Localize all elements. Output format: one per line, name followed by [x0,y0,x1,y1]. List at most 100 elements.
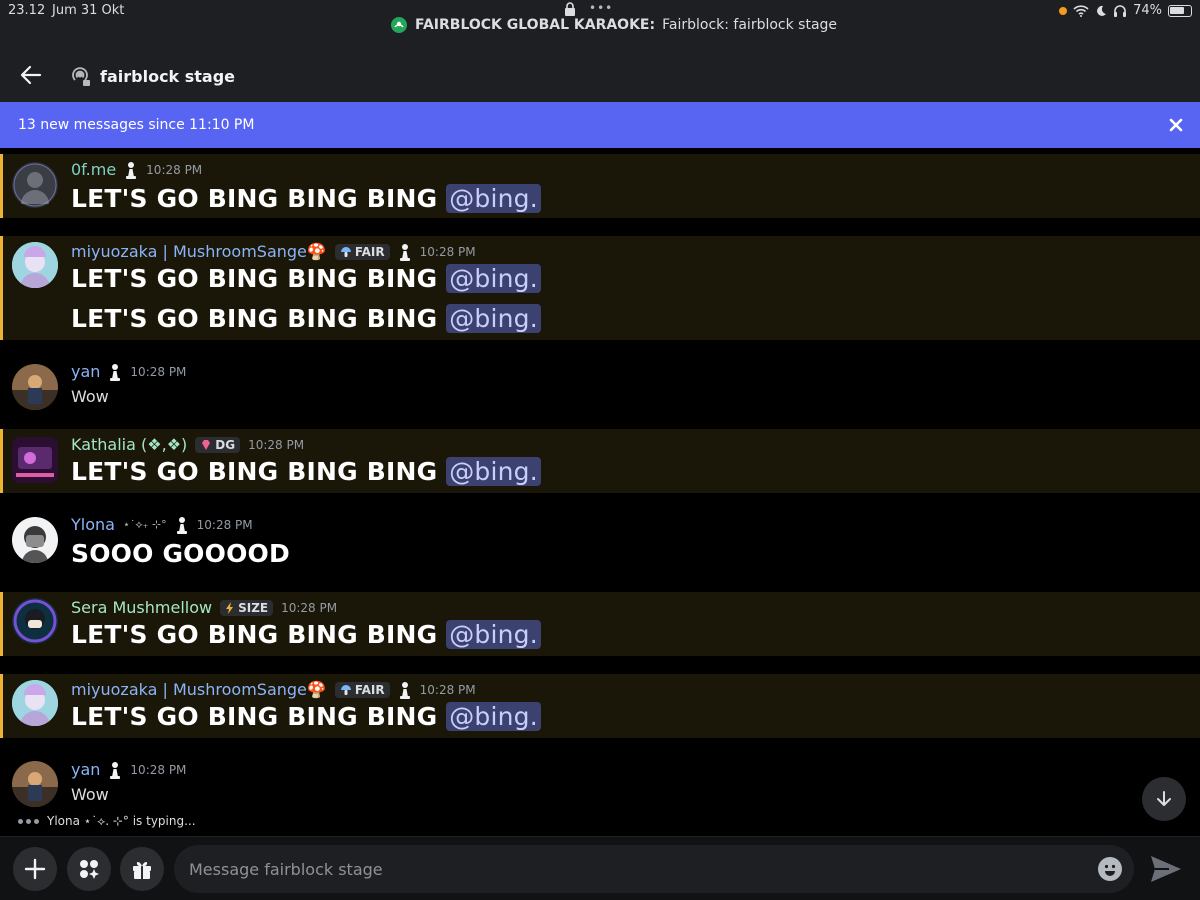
typing-indicator: Ylona ⋆˙⟡. ⊹° is typing... [18,814,196,829]
message-item[interactable]: Ylona ⋆˙⟡₊ ⊹° 10:28 PM SOOO GOOOOD [0,509,1200,579]
message-meta: 0f.me 10:28 PM [71,160,202,179]
chess-pawn-icon [126,161,137,179]
mention[interactable]: @bing. [446,184,541,213]
message-content: LET'S GO BING BING BING @bing. [71,264,541,293]
send-icon[interactable] [1145,852,1185,886]
plus-icon [24,858,46,880]
new-messages-text: 13 new messages since 11:10 PM [18,117,255,133]
stage-live-icon [391,17,407,33]
mention[interactable]: @bing. [446,457,541,486]
message-text: LET'S GO BING BING BING [71,304,438,333]
timestamp: 10:28 PM [248,437,305,452]
message-item[interactable]: Kathalia (❖,❖) DG 10:28 PM LET'S GO BING… [0,429,1200,493]
message-meta: Sera Mushmellow SIZE 10:28 PM [71,598,337,617]
avatar[interactable] [12,517,58,563]
message-content: LET'S GO BING BING BING @bing. [71,304,541,333]
message-meta: Ylona ⋆˙⟡₊ ⊹° 10:28 PM [71,515,253,534]
battery-icon [1168,4,1192,17]
message-text: Wow [71,387,109,406]
timestamp: 10:28 PM [196,517,253,532]
status-time: 23.12 [8,3,46,18]
mention[interactable]: @bing. [446,304,541,333]
emoji-button[interactable] [1098,857,1122,881]
message-text: LET'S GO BING BING BING [71,457,438,486]
username[interactable]: Kathalia (❖,❖) [71,435,187,454]
channel-header: fairblock stage [0,38,1200,102]
avatar[interactable] [12,680,58,726]
server-tag-label: FAIR [354,682,385,697]
apps-sparkle-icon [80,860,99,879]
message-content: LET'S GO BING BING BING @bing. [71,620,541,649]
message-item[interactable]: Sera Mushmellow SIZE 10:28 PM LET'S GO B… [0,592,1200,656]
back-arrow-icon[interactable] [18,62,44,88]
timestamp: 10:28 PM [130,364,187,379]
close-icon[interactable] [1166,115,1186,135]
message-input-container[interactable] [174,845,1134,893]
message-content: LET'S GO BING BING BING @bing. [71,184,541,213]
gift-icon [133,861,151,879]
message-text: Wow [71,785,109,804]
mention[interactable]: @bing. [446,620,541,649]
channel-title: fairblock stage [100,67,236,86]
username[interactable]: Sera Mushmellow [71,598,212,617]
message-meta: yan 10:28 PM [71,760,186,779]
username[interactable]: miyuozaka | MushroomSange🍄 [71,242,327,261]
gift-button[interactable] [120,847,164,891]
composer-bar [0,836,1200,900]
server-tag[interactable]: FAIR [334,681,390,698]
chess-pawn-icon [399,681,410,699]
jump-to-present-button[interactable] [1142,777,1186,821]
avatar[interactable] [12,364,58,410]
mic-indicator-icon [1059,6,1068,15]
message-text: LET'S GO BING BING BING [71,702,438,731]
apps-button[interactable] [67,847,111,891]
username[interactable]: 0f.me [71,160,116,179]
multitask-dots[interactable]: ••• [589,1,613,15]
username[interactable]: Ylona [71,515,115,534]
active-stage-indicator[interactable]: FAIRBLOCK GLOBAL KARAOKE: Fairblock: fai… [390,15,837,35]
stage-channel-icon [72,67,90,86]
avatar[interactable] [12,761,58,807]
headphones-icon [1114,4,1127,17]
timestamp: 10:28 PM [419,682,476,697]
avatar[interactable] [12,242,58,288]
mushroom-icon [340,246,351,257]
lightning-icon [226,601,234,614]
username[interactable]: miyuozaka | MushroomSange🍄 [71,680,327,699]
timestamp: 10:28 PM [419,244,476,259]
status-bar: 23.12 Jum 31 Okt ••• FAIRBLOCK GLOBAL KA… [0,0,1200,38]
message-item[interactable]: miyuozaka | MushroomSange🍄 FAIR 10:28 PM… [0,236,1200,340]
message-item[interactable]: 0f.me 10:28 PM LET'S GO BING BING BING @… [0,154,1200,218]
server-tag[interactable]: DG [195,436,241,453]
moon-icon [1097,5,1107,16]
server-tag[interactable]: FAIR [334,243,390,260]
message-input[interactable] [189,845,1069,893]
avatar[interactable] [12,598,58,644]
server-tag[interactable]: SIZE [220,599,274,616]
chess-pawn-icon [399,243,410,261]
server-tag-label: DG [215,437,236,452]
message-content: LET'S GO BING BING BING @bing. [71,702,541,731]
message-content: SOOO GOOOOD [71,539,290,568]
message-item[interactable]: yan 10:28 PM Wow [0,754,1200,814]
avatar[interactable] [12,437,58,483]
username-decoration: ⋆˙⟡₊ ⊹° [122,517,167,531]
typing-text: Ylona ⋆˙⟡. ⊹° is typing... [47,814,196,828]
server-tag-label: SIZE [238,600,269,615]
username[interactable]: yan [71,362,100,381]
timestamp: 10:28 PM [130,762,187,777]
new-messages-banner[interactable]: 13 new messages since 11:10 PM [0,102,1200,148]
add-attachment-button[interactable] [13,847,57,891]
username[interactable]: yan [71,760,100,779]
message-item[interactable]: miyuozaka | MushroomSange🍄 FAIR 10:28 PM… [0,674,1200,738]
lock-icon [565,2,575,16]
stage-event-name: FAIRBLOCK GLOBAL KARAOKE: [415,17,656,33]
message-item[interactable]: yan 10:28 PM Wow [0,356,1200,418]
message-text: LET'S GO BING BING BING [71,264,438,293]
mention[interactable]: @bing. [446,702,541,731]
avatar[interactable] [12,162,58,208]
message-text: SOOO GOOOOD [71,539,290,568]
gem-icon [202,439,211,450]
mention[interactable]: @bing. [446,264,541,293]
timestamp: 10:28 PM [146,162,203,177]
